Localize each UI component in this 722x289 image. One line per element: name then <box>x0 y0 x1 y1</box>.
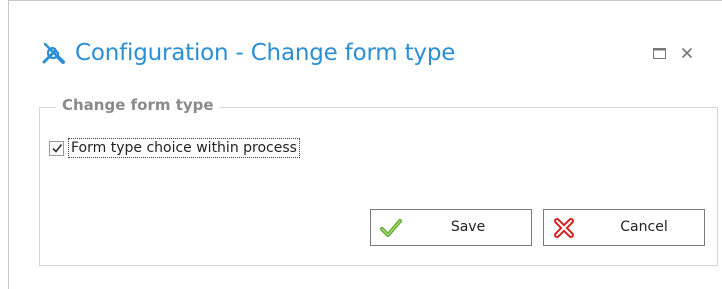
change-form-type-group: Change form type Form type choice within… <box>39 96 718 266</box>
form-type-choice-checkbox[interactable]: Form type choice within process <box>49 138 300 158</box>
dialog-window: Configuration - Change form type Change … <box>8 0 722 289</box>
maximize-button[interactable] <box>651 45 667 61</box>
checkbox-box[interactable] <box>49 140 64 156</box>
checkmark-small-icon <box>51 144 62 153</box>
tools-icon <box>39 38 69 68</box>
close-icon <box>681 44 693 63</box>
window-title: Configuration - Change form type <box>75 40 456 66</box>
cancel-label: Cancel <box>620 219 668 235</box>
save-button[interactable]: Save <box>370 209 532 246</box>
title-bar: Configuration - Change form type <box>39 33 455 73</box>
maximize-icon <box>652 44 666 63</box>
checkbox-label[interactable]: Form type choice within process <box>68 138 300 158</box>
cancel-button[interactable]: Cancel <box>543 209 705 246</box>
save-label: Save <box>450 219 486 235</box>
group-legend: Change form type <box>56 96 220 114</box>
close-button[interactable] <box>679 45 695 61</box>
